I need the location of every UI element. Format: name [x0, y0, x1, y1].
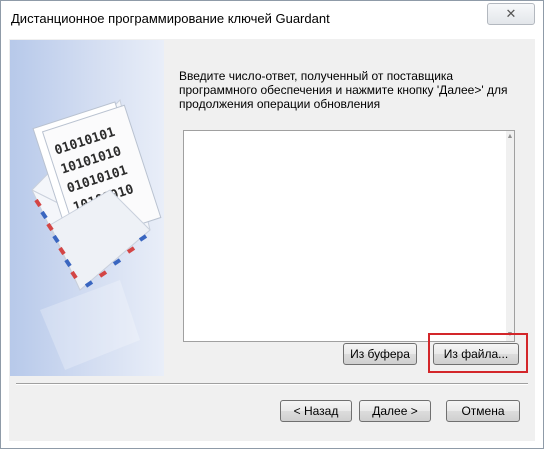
answer-scrollbar[interactable]: ▲ ▼ [506, 131, 514, 341]
next-button[interactable]: Далее > [359, 400, 431, 422]
wizard-banner-image: 01010101 10101010 01010101 10101010 [10, 40, 164, 376]
back-button[interactable]: < Назад [280, 400, 352, 422]
scroll-up-icon[interactable]: ▲ [506, 133, 514, 141]
close-button[interactable]: ✕ [487, 3, 535, 25]
cancel-button[interactable]: Отмена [446, 400, 520, 422]
envelope-icon: 01010101 10101010 01010101 10101010 [31, 98, 162, 370]
close-icon: ✕ [505, 6, 517, 21]
button-separator [16, 383, 528, 385]
from-buffer-button[interactable]: Из буфера [343, 343, 417, 365]
dialog-body: 01010101 10101010 01010101 10101010 [9, 39, 535, 441]
dialog-window: Дистанционное программирование ключей Gu… [0, 0, 544, 449]
window-title: Дистанционное программирование ключей Gu… [11, 11, 330, 26]
answer-input[interactable] [183, 130, 515, 342]
title-bar: Дистанционное программирование ключей Gu… [1, 1, 543, 37]
instruction-text: Введите число-ответ, полученный от поста… [179, 69, 508, 111]
from-file-highlight [428, 333, 528, 373]
